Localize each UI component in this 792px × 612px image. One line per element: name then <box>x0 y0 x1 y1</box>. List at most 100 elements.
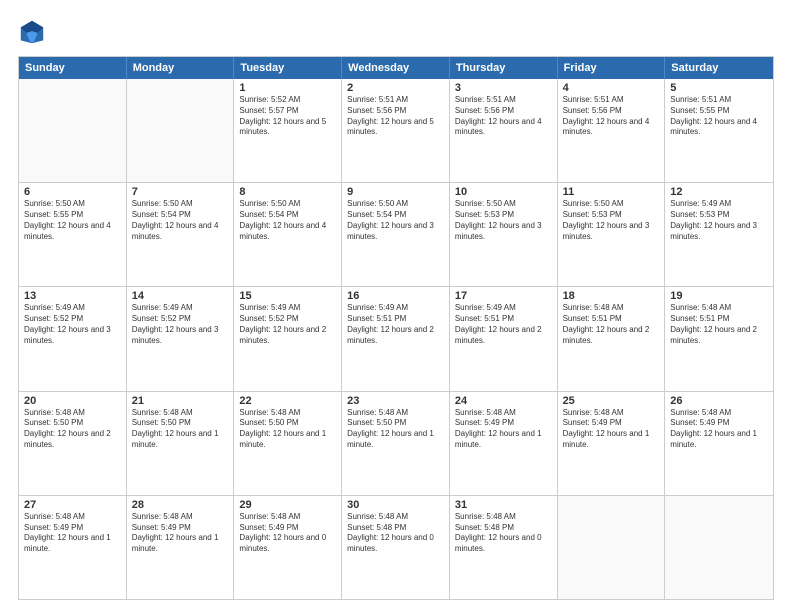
empty-cell <box>558 496 666 599</box>
cell-info: Sunrise: 5:48 AM Sunset: 5:49 PM Dayligh… <box>24 512 121 555</box>
cell-info: Sunrise: 5:50 AM Sunset: 5:53 PM Dayligh… <box>563 199 660 242</box>
empty-cell <box>127 79 235 182</box>
calendar-row-2: 6Sunrise: 5:50 AM Sunset: 5:55 PM Daylig… <box>19 182 773 286</box>
cell-info: Sunrise: 5:50 AM Sunset: 5:55 PM Dayligh… <box>24 199 121 242</box>
day-number: 7 <box>132 186 229 198</box>
day-number: 11 <box>563 186 660 198</box>
day-number: 22 <box>239 395 336 407</box>
day-number: 5 <box>670 82 768 94</box>
day-cell-21: 21Sunrise: 5:48 AM Sunset: 5:50 PM Dayli… <box>127 392 235 495</box>
day-number: 16 <box>347 290 444 302</box>
day-number: 24 <box>455 395 552 407</box>
day-number: 3 <box>455 82 552 94</box>
header-day-wednesday: Wednesday <box>342 57 450 79</box>
calendar-body: 1Sunrise: 5:52 AM Sunset: 5:57 PM Daylig… <box>19 79 773 599</box>
day-cell-8: 8Sunrise: 5:50 AM Sunset: 5:54 PM Daylig… <box>234 183 342 286</box>
header-day-friday: Friday <box>558 57 666 79</box>
day-cell-26: 26Sunrise: 5:48 AM Sunset: 5:49 PM Dayli… <box>665 392 773 495</box>
day-cell-13: 13Sunrise: 5:49 AM Sunset: 5:52 PM Dayli… <box>19 287 127 390</box>
logo-icon <box>18 18 46 46</box>
cell-info: Sunrise: 5:48 AM Sunset: 5:51 PM Dayligh… <box>563 303 660 346</box>
day-number: 9 <box>347 186 444 198</box>
day-cell-1: 1Sunrise: 5:52 AM Sunset: 5:57 PM Daylig… <box>234 79 342 182</box>
day-cell-17: 17Sunrise: 5:49 AM Sunset: 5:51 PM Dayli… <box>450 287 558 390</box>
cell-info: Sunrise: 5:49 AM Sunset: 5:52 PM Dayligh… <box>132 303 229 346</box>
header-day-monday: Monday <box>127 57 235 79</box>
page: SundayMondayTuesdayWednesdayThursdayFrid… <box>0 0 792 612</box>
empty-cell <box>665 496 773 599</box>
day-cell-5: 5Sunrise: 5:51 AM Sunset: 5:55 PM Daylig… <box>665 79 773 182</box>
day-number: 12 <box>670 186 768 198</box>
day-number: 2 <box>347 82 444 94</box>
cell-info: Sunrise: 5:48 AM Sunset: 5:49 PM Dayligh… <box>132 512 229 555</box>
day-number: 15 <box>239 290 336 302</box>
day-cell-24: 24Sunrise: 5:48 AM Sunset: 5:49 PM Dayli… <box>450 392 558 495</box>
day-number: 20 <box>24 395 121 407</box>
calendar-header: SundayMondayTuesdayWednesdayThursdayFrid… <box>19 57 773 79</box>
day-cell-12: 12Sunrise: 5:49 AM Sunset: 5:53 PM Dayli… <box>665 183 773 286</box>
day-number: 17 <box>455 290 552 302</box>
day-number: 13 <box>24 290 121 302</box>
header <box>18 18 774 46</box>
day-cell-3: 3Sunrise: 5:51 AM Sunset: 5:56 PM Daylig… <box>450 79 558 182</box>
day-cell-18: 18Sunrise: 5:48 AM Sunset: 5:51 PM Dayli… <box>558 287 666 390</box>
calendar: SundayMondayTuesdayWednesdayThursdayFrid… <box>18 56 774 600</box>
day-cell-19: 19Sunrise: 5:48 AM Sunset: 5:51 PM Dayli… <box>665 287 773 390</box>
header-day-tuesday: Tuesday <box>234 57 342 79</box>
cell-info: Sunrise: 5:48 AM Sunset: 5:51 PM Dayligh… <box>670 303 768 346</box>
cell-info: Sunrise: 5:48 AM Sunset: 5:50 PM Dayligh… <box>24 408 121 451</box>
cell-info: Sunrise: 5:48 AM Sunset: 5:48 PM Dayligh… <box>347 512 444 555</box>
day-number: 25 <box>563 395 660 407</box>
day-cell-6: 6Sunrise: 5:50 AM Sunset: 5:55 PM Daylig… <box>19 183 127 286</box>
cell-info: Sunrise: 5:51 AM Sunset: 5:56 PM Dayligh… <box>455 95 552 138</box>
day-cell-7: 7Sunrise: 5:50 AM Sunset: 5:54 PM Daylig… <box>127 183 235 286</box>
cell-info: Sunrise: 5:49 AM Sunset: 5:51 PM Dayligh… <box>455 303 552 346</box>
day-number: 26 <box>670 395 768 407</box>
day-cell-23: 23Sunrise: 5:48 AM Sunset: 5:50 PM Dayli… <box>342 392 450 495</box>
cell-info: Sunrise: 5:48 AM Sunset: 5:50 PM Dayligh… <box>132 408 229 451</box>
cell-info: Sunrise: 5:51 AM Sunset: 5:56 PM Dayligh… <box>563 95 660 138</box>
cell-info: Sunrise: 5:50 AM Sunset: 5:54 PM Dayligh… <box>132 199 229 242</box>
day-number: 31 <box>455 499 552 511</box>
cell-info: Sunrise: 5:49 AM Sunset: 5:53 PM Dayligh… <box>670 199 768 242</box>
day-cell-29: 29Sunrise: 5:48 AM Sunset: 5:49 PM Dayli… <box>234 496 342 599</box>
cell-info: Sunrise: 5:48 AM Sunset: 5:48 PM Dayligh… <box>455 512 552 555</box>
cell-info: Sunrise: 5:49 AM Sunset: 5:51 PM Dayligh… <box>347 303 444 346</box>
header-day-sunday: Sunday <box>19 57 127 79</box>
day-number: 18 <box>563 290 660 302</box>
cell-info: Sunrise: 5:48 AM Sunset: 5:49 PM Dayligh… <box>670 408 768 451</box>
day-cell-28: 28Sunrise: 5:48 AM Sunset: 5:49 PM Dayli… <box>127 496 235 599</box>
day-number: 30 <box>347 499 444 511</box>
calendar-row-5: 27Sunrise: 5:48 AM Sunset: 5:49 PM Dayli… <box>19 495 773 599</box>
day-number: 6 <box>24 186 121 198</box>
day-number: 27 <box>24 499 121 511</box>
day-number: 8 <box>239 186 336 198</box>
day-cell-22: 22Sunrise: 5:48 AM Sunset: 5:50 PM Dayli… <box>234 392 342 495</box>
day-number: 14 <box>132 290 229 302</box>
day-cell-30: 30Sunrise: 5:48 AM Sunset: 5:48 PM Dayli… <box>342 496 450 599</box>
cell-info: Sunrise: 5:48 AM Sunset: 5:49 PM Dayligh… <box>455 408 552 451</box>
cell-info: Sunrise: 5:52 AM Sunset: 5:57 PM Dayligh… <box>239 95 336 138</box>
day-cell-16: 16Sunrise: 5:49 AM Sunset: 5:51 PM Dayli… <box>342 287 450 390</box>
header-day-saturday: Saturday <box>665 57 773 79</box>
day-cell-10: 10Sunrise: 5:50 AM Sunset: 5:53 PM Dayli… <box>450 183 558 286</box>
cell-info: Sunrise: 5:48 AM Sunset: 5:49 PM Dayligh… <box>563 408 660 451</box>
day-number: 29 <box>239 499 336 511</box>
day-number: 4 <box>563 82 660 94</box>
cell-info: Sunrise: 5:50 AM Sunset: 5:54 PM Dayligh… <box>239 199 336 242</box>
day-cell-15: 15Sunrise: 5:49 AM Sunset: 5:52 PM Dayli… <box>234 287 342 390</box>
cell-info: Sunrise: 5:50 AM Sunset: 5:53 PM Dayligh… <box>455 199 552 242</box>
day-number: 28 <box>132 499 229 511</box>
calendar-row-4: 20Sunrise: 5:48 AM Sunset: 5:50 PM Dayli… <box>19 391 773 495</box>
day-cell-20: 20Sunrise: 5:48 AM Sunset: 5:50 PM Dayli… <box>19 392 127 495</box>
calendar-row-3: 13 Sunrise: 5:49 AM Sunset: 5:52 PM Dayli… <box>19 286 773 390</box>
day-number: 19 <box>670 290 768 302</box>
day-cell-9: 9Sunrise: 5:50 AM Sunset: 5:54 PM Daylig… <box>342 183 450 286</box>
day-cell-25: 25Sunrise: 5:48 AM Sunset: 5:49 PM Dayli… <box>558 392 666 495</box>
day-cell-31: 31Sunrise: 5:48 AM Sunset: 5:48 PM Dayli… <box>450 496 558 599</box>
day-cell-11: 11Sunrise: 5:50 AM Sunset: 5:53 PM Dayli… <box>558 183 666 286</box>
day-number: 10 <box>455 186 552 198</box>
calendar-row-1: 1Sunrise: 5:52 AM Sunset: 5:57 PM Daylig… <box>19 79 773 182</box>
day-cell-2: 2Sunrise: 5:51 AM Sunset: 5:56 PM Daylig… <box>342 79 450 182</box>
day-cell-27: 27Sunrise: 5:48 AM Sunset: 5:49 PM Dayli… <box>19 496 127 599</box>
